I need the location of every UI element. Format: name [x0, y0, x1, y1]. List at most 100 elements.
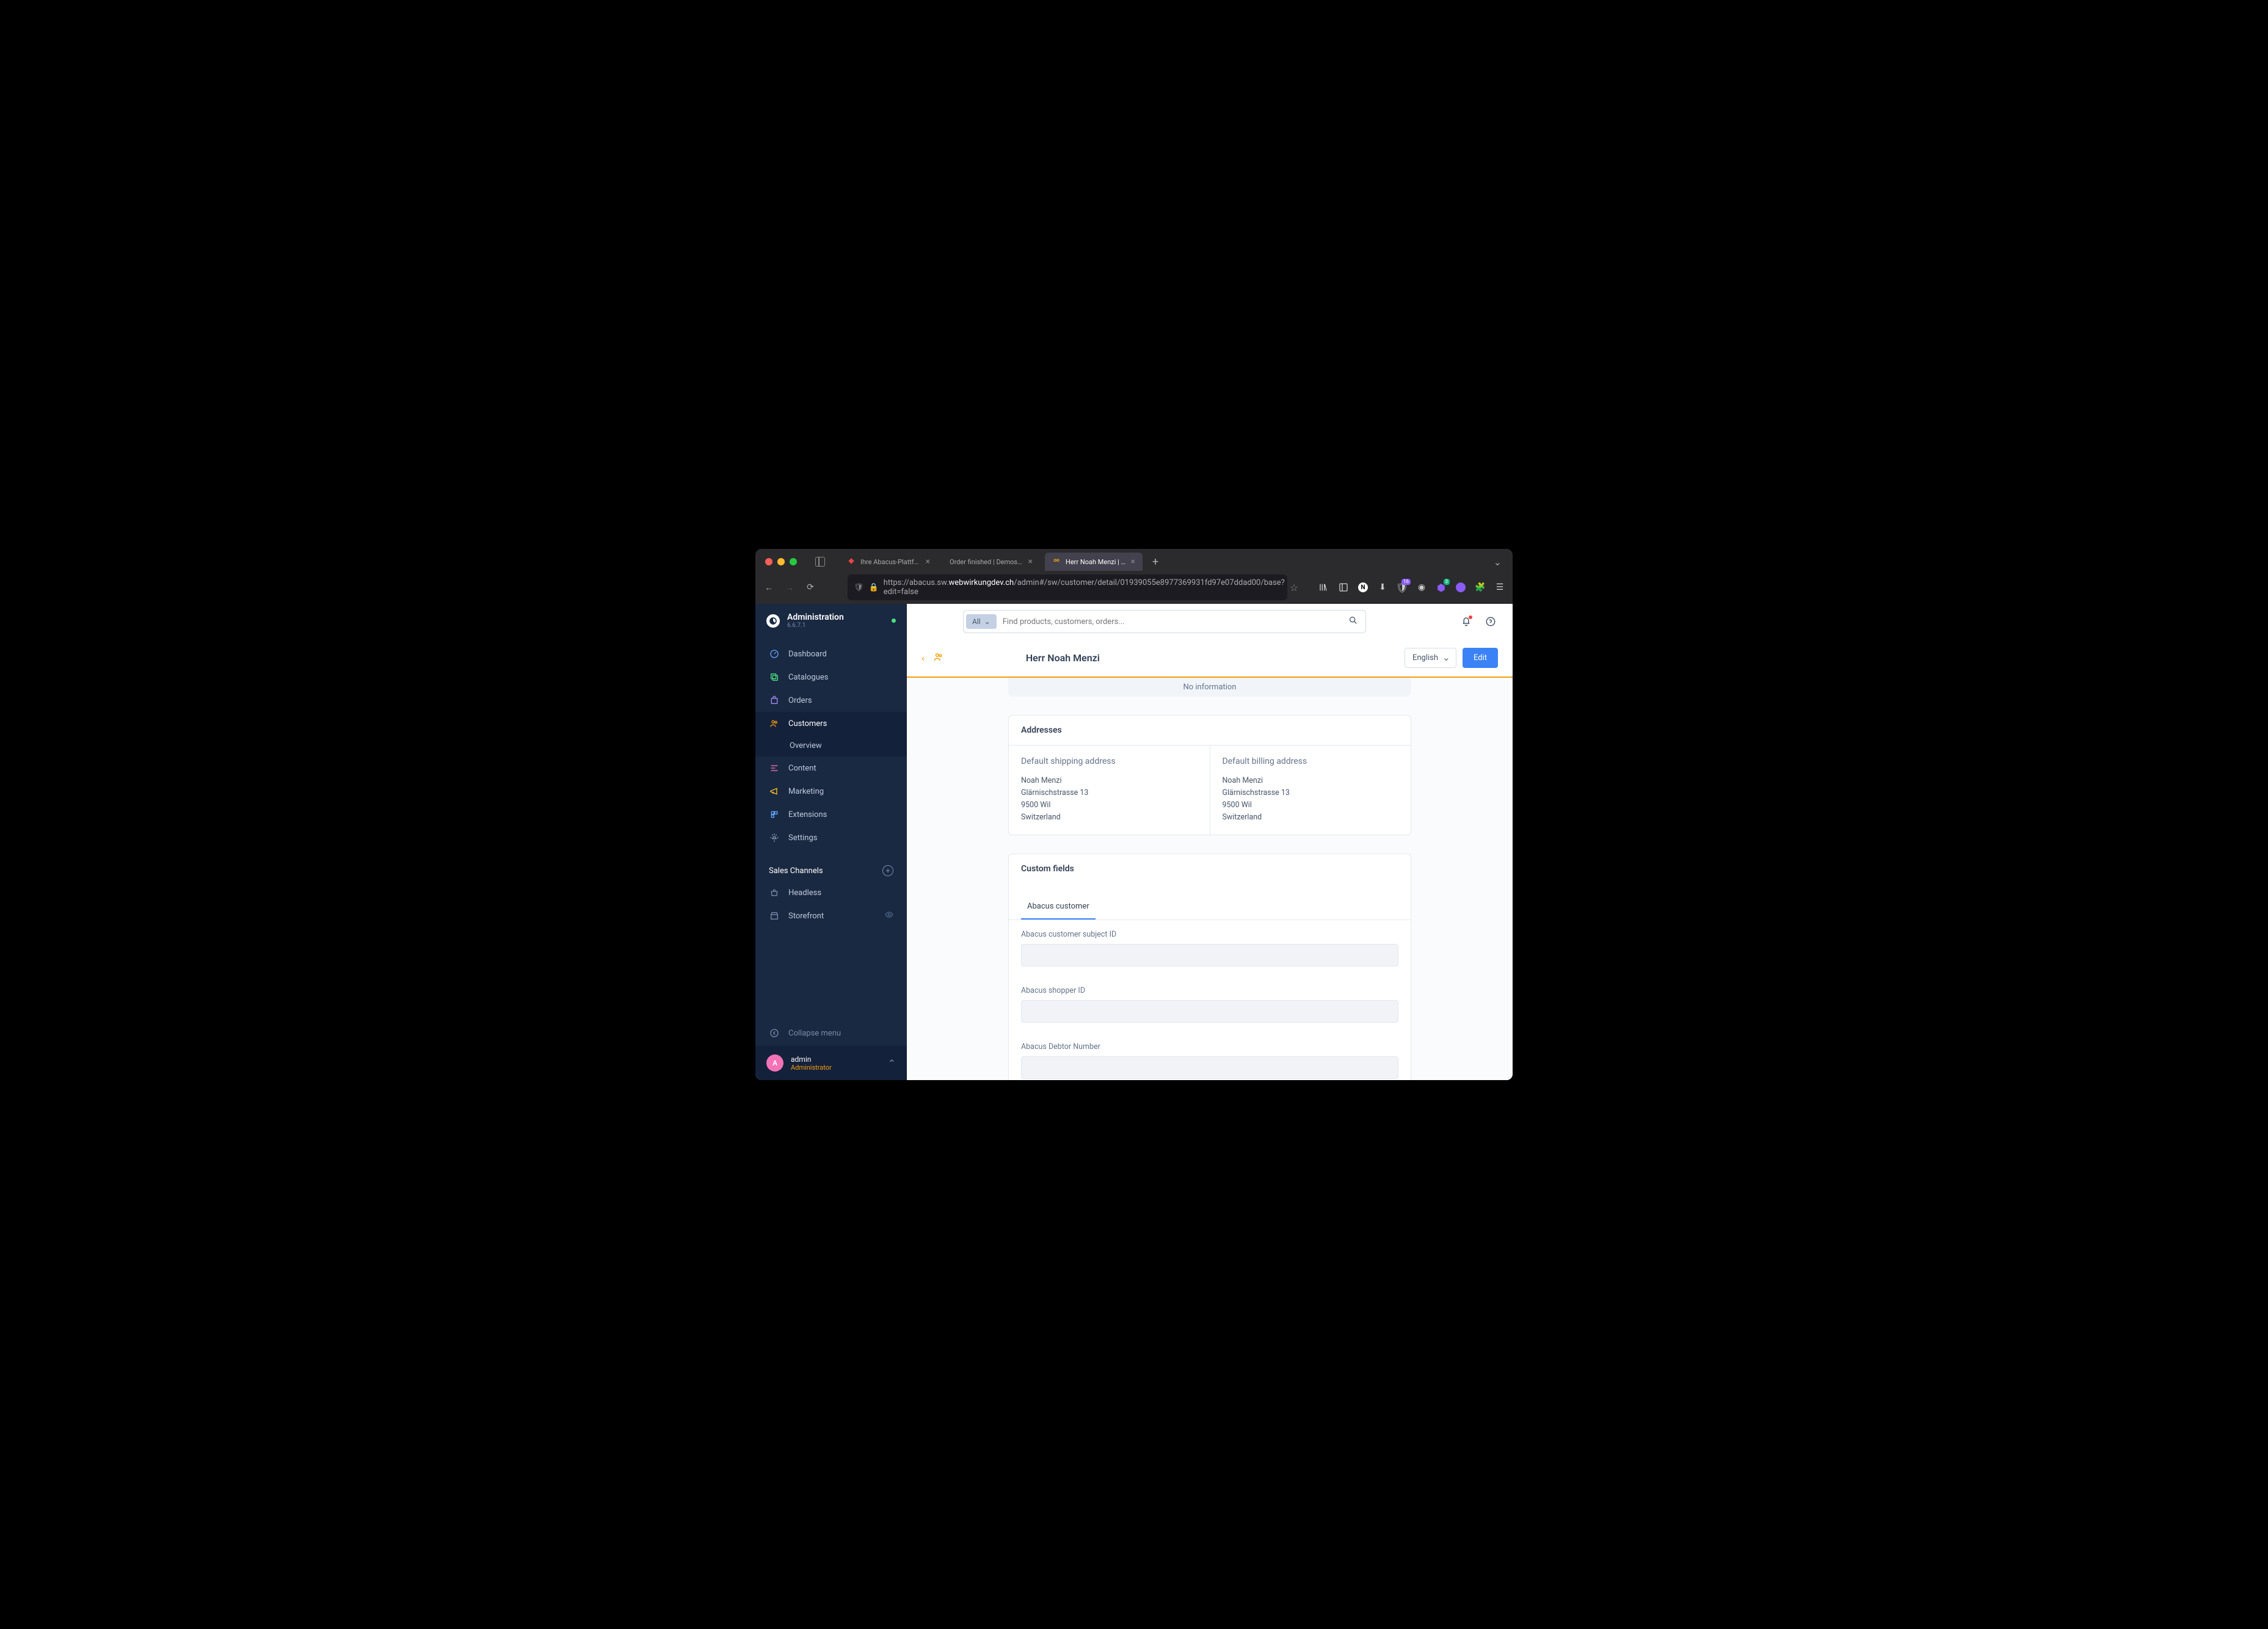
extension-icon[interactable]: ◉ — [1415, 581, 1428, 594]
browser-tab[interactable]: Ihre Abacus-Plattform × — [840, 553, 937, 571]
sales-channels-heading: Sales Channels + — [755, 854, 907, 881]
url-bar: ← → ⟳ 🛡 🔒 https://abacus.sw.webwirkungde… — [755, 571, 1513, 604]
address-city: 9500 Wil — [1021, 799, 1198, 811]
url-prefix: https://abacus.sw. — [884, 578, 949, 587]
gauge-icon — [769, 648, 780, 659]
url-input[interactable]: 🛡 🔒 https://abacus.sw.webwirkungdev.ch/a… — [848, 575, 1287, 600]
extension-icon[interactable]: N — [1356, 581, 1370, 594]
extension-icon[interactable]: 🛡16 — [1395, 581, 1409, 594]
basket-icon — [769, 887, 780, 898]
nav-label: Extensions — [788, 810, 827, 819]
download-icon[interactable]: ⬇ — [1376, 581, 1389, 594]
field-group: Abacus customer subject ID — [1009, 920, 1411, 976]
collapse-menu-button[interactable]: Collapse menu — [755, 1020, 907, 1046]
extensions-icon[interactable]: 🧩 — [1474, 581, 1487, 594]
address-name: Noah Menzi — [1021, 775, 1198, 787]
channel-item-storefront[interactable]: Storefront — [755, 904, 907, 927]
tab-overflow-button[interactable]: ⌄ — [1489, 554, 1507, 570]
sidebar-bottom: Collapse menu A admin Administrator ⌃ — [755, 1020, 907, 1080]
field-label: Abacus Debtor Number — [1021, 1042, 1398, 1051]
close-window-button[interactable] — [765, 558, 772, 565]
sidebar-item-dashboard[interactable]: Dashboard — [755, 642, 907, 666]
search-scope-label: All — [972, 617, 981, 626]
reader-icon[interactable] — [1337, 581, 1350, 594]
store-icon — [769, 910, 780, 921]
user-info: admin Administrator — [791, 1055, 881, 1072]
debtor-number-field — [1021, 1056, 1398, 1079]
status-indicator-icon — [892, 619, 896, 623]
addresses-split: Default shipping address Noah Menzi Glär… — [1009, 746, 1411, 835]
custom-fields-tabs: Abacus customer — [1009, 883, 1411, 920]
channel-item-headless[interactable]: Headless — [755, 881, 907, 904]
logo-icon — [766, 614, 780, 628]
bookmark-star-icon[interactable]: ☆ — [1290, 582, 1298, 593]
add-channel-button[interactable]: + — [882, 865, 893, 876]
shopper-id-field — [1021, 1000, 1398, 1023]
sidebar-item-content[interactable]: Content — [755, 756, 907, 780]
browser-window: Ihre Abacus-Plattform × Order finished |… — [755, 549, 1513, 1080]
nav-label: Marketing — [788, 787, 824, 796]
shipping-title: Default shipping address — [1021, 756, 1198, 766]
sidebar-item-settings[interactable]: Settings — [755, 826, 907, 849]
tab-close-icon[interactable]: × — [1131, 557, 1135, 566]
search-box[interactable]: All ⌄ — [963, 610, 1366, 633]
library-icon[interactable] — [1317, 581, 1331, 594]
browser-toolbar: N ⬇ 🛡16 ◉ ⬢3 🧩 ☰ — [1317, 581, 1507, 594]
new-tab-button[interactable]: + — [1147, 553, 1163, 571]
browser-tab[interactable]: Order finished | Demostore × — [942, 553, 1040, 571]
field-group: Abacus Debtor Number — [1009, 1032, 1411, 1080]
menu-icon[interactable]: ☰ — [1493, 581, 1507, 594]
help-button[interactable] — [1483, 614, 1498, 629]
app-name: Administration — [787, 612, 884, 622]
search-input[interactable] — [997, 614, 1343, 630]
shield-icon: 🛡 — [854, 583, 864, 592]
page-title: Herr Noah Menzi — [1026, 652, 1100, 664]
app-content: Administration 6.6.7.1 Dashboard Catalog… — [755, 604, 1513, 1080]
maximize-window-button[interactable] — [790, 558, 797, 565]
user-name: admin — [791, 1055, 881, 1064]
content-scroll[interactable]: No information Addresses Default shippin… — [907, 678, 1513, 1080]
sidebar-item-orders[interactable]: Orders — [755, 689, 907, 712]
edit-button[interactable]: Edit — [1463, 648, 1498, 668]
browser-chrome: Ihre Abacus-Plattform × Order finished |… — [755, 549, 1513, 604]
eye-icon[interactable] — [885, 910, 893, 921]
browser-tab[interactable]: Herr Noah Menzi | Customers | × — [1045, 553, 1143, 571]
field-label: Abacus customer subject ID — [1021, 930, 1398, 939]
notifications-button[interactable] — [1459, 614, 1474, 629]
notification-dot-icon — [1469, 615, 1472, 619]
search-icon[interactable] — [1343, 613, 1363, 630]
sidebar-item-catalogues[interactable]: Catalogues — [755, 666, 907, 689]
back-button[interactable]: ‹ — [921, 652, 925, 664]
minimize-window-button[interactable] — [777, 558, 785, 565]
tab-bar: Ihre Abacus-Plattform × Order finished |… — [755, 549, 1513, 571]
tab-close-icon[interactable]: × — [1028, 557, 1033, 566]
addresses-heading: Addresses — [1009, 716, 1411, 746]
reload-button[interactable]: ⟳ — [803, 580, 818, 595]
sidebar-toggle-icon[interactable] — [815, 557, 825, 567]
search-scope-dropdown[interactable]: All ⌄ — [966, 614, 997, 629]
nav-label: Content — [788, 764, 816, 773]
sidebar-item-extensions[interactable]: Extensions — [755, 803, 907, 826]
sidebar-item-marketing[interactable]: Marketing — [755, 780, 907, 803]
forward-button[interactable]: → — [782, 580, 797, 595]
collapse-label: Collapse menu — [788, 1029, 841, 1038]
back-button[interactable]: ← — [761, 580, 776, 595]
header-actions — [1459, 614, 1498, 629]
language-select[interactable]: English — [1405, 648, 1456, 668]
extension-icon[interactable] — [1454, 581, 1467, 594]
layout-icon — [769, 763, 780, 774]
chevron-up-icon: ⌃ — [888, 1058, 896, 1069]
app-version: 6.6.7.1 — [787, 622, 884, 629]
subject-id-field — [1021, 944, 1398, 967]
user-menu[interactable]: A admin Administrator ⌃ — [755, 1046, 907, 1080]
megaphone-icon — [769, 786, 780, 797]
sidebar-item-customers[interactable]: Customers — [755, 712, 907, 735]
main-panel: All ⌄ — [907, 604, 1513, 1080]
nav-label: Orders — [788, 696, 812, 705]
tab-close-icon[interactable]: × — [926, 557, 930, 566]
tab-abacus-customer[interactable]: Abacus customer — [1021, 893, 1096, 920]
sidebar-item-overview[interactable]: Overview — [755, 735, 907, 756]
extension-icon[interactable]: ⬢3 — [1434, 581, 1448, 594]
badge-count: 16 — [1401, 579, 1411, 585]
shipping-address: Default shipping address Noah Menzi Glär… — [1009, 746, 1210, 835]
